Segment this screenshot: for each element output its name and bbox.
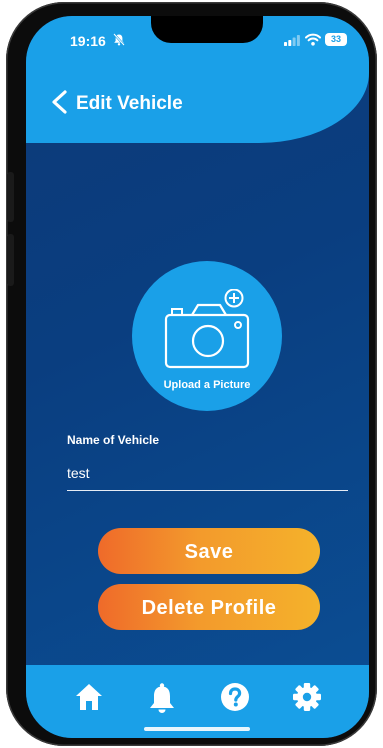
tab-help[interactable] bbox=[220, 682, 250, 717]
camera-add-icon bbox=[164, 289, 250, 369]
page-title: Edit Vehicle bbox=[76, 93, 183, 114]
help-icon bbox=[221, 683, 249, 711]
back-button[interactable] bbox=[50, 90, 68, 119]
signal-icon bbox=[284, 35, 300, 46]
tab-settings[interactable] bbox=[292, 682, 322, 717]
delete-profile-button[interactable]: Delete Profile bbox=[98, 584, 320, 630]
phone-frame: Edit Vehicle 19:16 33 Upload a Picture N… bbox=[6, 2, 377, 746]
bell-icon bbox=[150, 683, 174, 713]
battery-indicator: 33 bbox=[325, 33, 347, 46]
vehicle-name-input[interactable] bbox=[67, 456, 348, 491]
save-button[interactable]: Save bbox=[98, 528, 320, 574]
home-icon bbox=[76, 684, 102, 710]
upload-picture-button[interactable]: Upload a Picture bbox=[132, 261, 282, 411]
tab-notifications[interactable] bbox=[147, 682, 177, 719]
app-screen: Edit Vehicle 19:16 33 Upload a Picture N… bbox=[26, 16, 369, 738]
wifi-icon bbox=[305, 33, 321, 46]
chevron-left-icon bbox=[52, 90, 67, 114]
side-button-volume-down bbox=[7, 234, 14, 286]
vehicle-name-label: Name of Vehicle bbox=[67, 433, 160, 447]
status-bar: 19:16 33 bbox=[26, 16, 369, 56]
home-indicator bbox=[144, 727, 250, 731]
side-button-volume-up bbox=[7, 172, 14, 222]
upload-picture-label: Upload a Picture bbox=[163, 379, 251, 391]
bell-off-icon bbox=[113, 33, 125, 46]
gear-icon bbox=[293, 683, 321, 711]
tab-home[interactable] bbox=[74, 682, 104, 717]
status-time: 19:16 bbox=[70, 33, 106, 49]
